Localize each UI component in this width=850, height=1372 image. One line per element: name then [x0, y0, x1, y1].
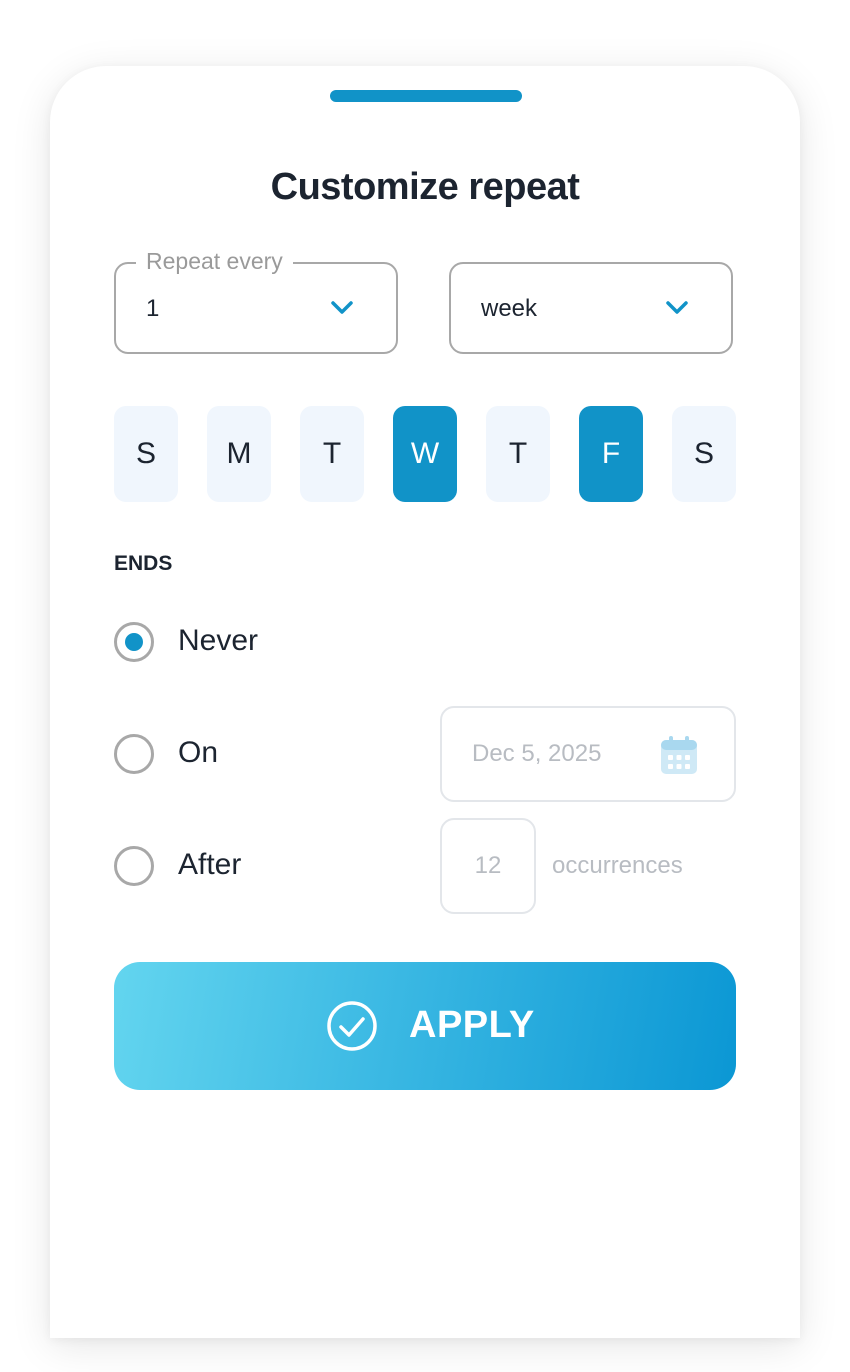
repeat-interval-select[interactable]: Repeat every 1 — [114, 248, 398, 354]
radio-button[interactable] — [114, 846, 154, 886]
day-label: T — [322, 437, 342, 470]
repeat-every-label: Repeat every — [136, 248, 293, 275]
apply-button-label: APPLY — [409, 1004, 535, 1046]
check-circle-icon — [327, 1001, 377, 1051]
repeat-unit-value: week — [481, 295, 538, 322]
radio-button[interactable] — [114, 734, 154, 774]
apply-button[interactable]: APPLY — [114, 962, 736, 1090]
ends-option-label: On — [178, 736, 219, 769]
occurrences-input[interactable]: 12 — [440, 818, 536, 914]
ends-section-label: ENDS — [114, 552, 173, 575]
repeat-interval-value: 1 — [146, 295, 160, 322]
day-toggle-saturday[interactable]: S — [672, 406, 736, 502]
bottom-sheet: Customize repeat Repeat every 1 week S M… — [50, 66, 800, 1338]
day-label: T — [508, 437, 528, 470]
chevron-down-icon — [666, 301, 688, 314]
page-title: Customize repeat — [270, 166, 580, 208]
day-toggle-sunday[interactable]: S — [114, 406, 178, 502]
calendar-icon[interactable] — [660, 735, 698, 775]
end-date-field[interactable]: Dec 5, 2025 — [440, 706, 736, 802]
end-date-placeholder: Dec 5, 2025 — [472, 740, 602, 767]
day-toggle-monday[interactable]: M — [207, 406, 271, 502]
day-label: W — [410, 437, 440, 470]
day-label: S — [693, 437, 714, 470]
radio-selected-dot — [125, 633, 143, 651]
day-toggle-wednesday[interactable]: W — [393, 406, 457, 502]
chevron-down-icon — [331, 301, 353, 314]
ends-option-label: Never — [178, 624, 259, 657]
repeat-unit-select[interactable]: week — [449, 262, 733, 354]
weekday-picker: S M T W T F S — [114, 406, 736, 502]
day-toggle-friday[interactable]: F — [579, 406, 643, 502]
occurrences-label: occurrences — [552, 852, 683, 879]
day-toggle-tuesday[interactable]: T — [300, 406, 364, 502]
drag-handle[interactable] — [330, 90, 522, 102]
day-label: M — [226, 437, 252, 470]
day-toggle-thursday[interactable]: T — [486, 406, 550, 502]
ends-option-label: After — [178, 848, 242, 881]
day-label: S — [135, 437, 156, 470]
day-label: F — [601, 437, 621, 470]
radio-button[interactable] — [114, 622, 154, 662]
